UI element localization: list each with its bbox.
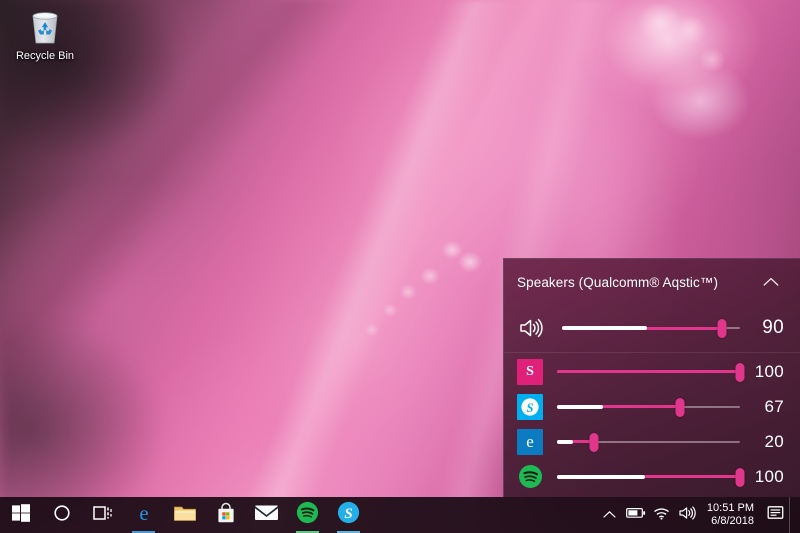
desktop-icon-recycle-bin[interactable]: Recycle Bin (6, 8, 84, 63)
slider-thumb[interactable] (736, 363, 745, 382)
app-volume-row: e 20 (504, 424, 800, 459)
battery-icon (626, 506, 646, 524)
slider-fill-white (557, 440, 573, 444)
folder-icon (173, 503, 197, 528)
slider-thumb[interactable] (589, 433, 598, 452)
master-volume-value: 90 (750, 317, 790, 339)
slider-fill-white (557, 405, 603, 409)
show-hidden-icons-button[interactable] (597, 497, 623, 533)
app-volume-list: S 100 S (504, 354, 800, 494)
chevron-up-icon (603, 506, 616, 524)
battery-status-button[interactable] (623, 497, 649, 533)
cortana-search-button[interactable] (41, 497, 82, 533)
clock-time: 10:51 PM (707, 502, 754, 515)
show-desktop-button[interactable] (789, 497, 796, 533)
app-volume-value: 20 (750, 432, 790, 452)
volume-mixer-flyout: Speakers (Qualcomm® Aqstic™) (503, 258, 800, 497)
svg-text:e: e (139, 501, 148, 525)
svg-text:S: S (344, 506, 352, 522)
pink-s-app-icon[interactable]: S (517, 359, 543, 385)
app-volume-slider[interactable] (557, 394, 740, 420)
slider-fill-pink (557, 370, 740, 373)
edge-icon: e (132, 501, 156, 530)
recycle-bin-label: Recycle Bin (16, 50, 74, 63)
app-volume-slider[interactable] (557, 464, 740, 490)
windows-logo-icon (12, 504, 30, 527)
notification-icon (767, 505, 785, 526)
slider-thumb[interactable] (675, 398, 684, 417)
audio-device-header: Speakers (Qualcomm® Aqstic™) (504, 259, 800, 305)
file-explorer-button[interactable] (164, 497, 205, 533)
store-bag-icon (215, 502, 237, 529)
app-volume-slider[interactable] (557, 429, 740, 455)
skype-button[interactable]: S (328, 497, 369, 533)
flyout-divider (504, 352, 800, 353)
task-view-icon (93, 504, 113, 527)
app-volume-value: 100 (750, 467, 790, 487)
speaker-volume-icon (678, 505, 697, 526)
app-volume-slider[interactable] (557, 359, 740, 385)
network-status-button[interactable] (649, 497, 675, 533)
spotify-button[interactable] (287, 497, 328, 533)
app-icon-letter: S (526, 364, 534, 380)
skype-icon[interactable]: S (517, 394, 543, 420)
volume-status-button[interactable] (675, 497, 701, 533)
app-volume-row: S 100 (504, 354, 800, 389)
app-icon-letter: e (526, 432, 534, 452)
audio-device-name: Speakers (Qualcomm® Aqstic™) (517, 275, 718, 290)
microsoft-store-button[interactable] (205, 497, 246, 533)
spotify-icon[interactable] (517, 464, 543, 490)
taskbar-buttons: e (0, 497, 369, 533)
slider-fill-white (562, 326, 647, 330)
action-center-button[interactable] (763, 497, 789, 533)
envelope-icon (254, 503, 279, 527)
slider-thumb[interactable] (718, 319, 727, 338)
recycle-bin-icon (28, 8, 62, 46)
circle-icon (53, 504, 71, 527)
slider-thumb[interactable] (736, 468, 745, 487)
wifi-icon (653, 506, 670, 525)
app-volume-row: 100 (504, 459, 800, 494)
mail-button[interactable] (246, 497, 287, 533)
start-button[interactable] (0, 497, 41, 533)
desktop-screen: Recycle Bin Speakers (Qualcomm® Aqstic™) (0, 0, 800, 533)
app-volume-row: S 67 (504, 389, 800, 424)
app-volume-value: 100 (750, 362, 790, 382)
chevron-up-icon[interactable] (756, 267, 786, 297)
master-volume-slider[interactable] (562, 315, 740, 341)
edge-icon[interactable]: e (517, 429, 543, 455)
taskbar: e (0, 497, 800, 533)
microsoft-edge-button[interactable]: e (123, 497, 164, 533)
app-volume-value: 67 (750, 397, 790, 417)
task-view-button[interactable] (82, 497, 123, 533)
clock-date: 6/8/2018 (711, 515, 754, 528)
master-volume-row: 90 (504, 305, 800, 351)
system-tray: 10:51 PM 6/8/2018 (597, 497, 800, 533)
slider-fill-white (557, 475, 645, 479)
speaker-volume-icon[interactable] (518, 315, 548, 341)
skype-icon: S (337, 501, 360, 529)
spotify-icon (296, 501, 319, 529)
svg-text:S: S (527, 400, 534, 414)
taskbar-clock[interactable]: 10:51 PM 6/8/2018 (701, 497, 763, 533)
